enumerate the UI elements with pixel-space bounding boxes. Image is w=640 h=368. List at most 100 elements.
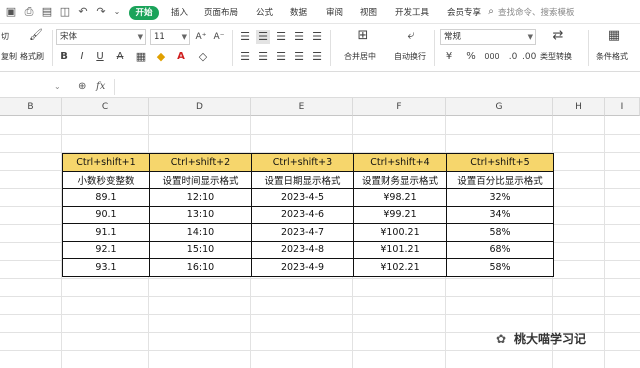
cut-button[interactable]: 切: [1, 31, 9, 42]
distribute-icon[interactable]: ☰: [310, 50, 324, 64]
column-header-G[interactable]: G: [446, 98, 553, 116]
zoom-icon[interactable]: ⊕: [78, 79, 86, 95]
export-icon[interactable]: ▤: [40, 5, 54, 19]
table-cell[interactable]: 2023-4-9: [251, 258, 354, 277]
search-input[interactable]: 查找命令、搜索模板: [498, 5, 598, 21]
table-cell[interactable]: 16:10: [149, 258, 252, 277]
align-center-icon[interactable]: ☰: [256, 50, 270, 64]
print-icon[interactable]: ⎙: [22, 5, 36, 19]
name-box[interactable]: [0, 79, 60, 95]
table-cell[interactable]: 90.1: [62, 205, 150, 224]
table-cell[interactable]: 91.1: [62, 223, 150, 242]
strikethrough-button[interactable]: A: [114, 50, 126, 64]
table-cell[interactable]: 89.1: [62, 188, 150, 207]
type-convert-button[interactable]: 类型转换: [540, 51, 572, 62]
align-right-icon[interactable]: ☰: [274, 50, 288, 64]
header-cell[interactable]: Ctrl+shift+2: [149, 153, 252, 172]
save-icon[interactable]: ▣: [4, 5, 18, 19]
header-cell[interactable]: Ctrl+shift+5: [446, 153, 554, 172]
font-color-icon[interactable]: A: [174, 50, 188, 64]
table-cell[interactable]: 92.1: [62, 240, 150, 259]
conditional-format-button[interactable]: 条件格式: [596, 51, 628, 62]
column-header-D[interactable]: D: [149, 98, 251, 116]
tab-formulas[interactable]: 公式: [256, 6, 273, 20]
tab-insert[interactable]: 插入: [171, 6, 188, 20]
table-cell[interactable]: 32%: [446, 188, 554, 207]
table-cell[interactable]: ¥99.21: [353, 205, 447, 224]
decrease-decimal-icon[interactable]: .00: [522, 50, 536, 64]
increase-decimal-icon[interactable]: .0: [506, 50, 520, 64]
table-cell[interactable]: ¥100.21: [353, 223, 447, 242]
description-cell[interactable]: 设置日期显示格式: [251, 170, 354, 189]
table-cell[interactable]: ¥98.21: [353, 188, 447, 207]
column-header-E[interactable]: E: [251, 98, 353, 116]
copy-button[interactable]: 复制: [1, 51, 17, 62]
tab-view[interactable]: 视图: [360, 6, 377, 20]
bold-button[interactable]: B: [58, 50, 70, 64]
tab-developer[interactable]: 开发工具: [395, 6, 429, 20]
decrease-font-icon[interactable]: A⁻: [212, 30, 226, 44]
description-cell[interactable]: 小数秒变整数: [62, 170, 150, 189]
tab-review[interactable]: 审阅: [326, 6, 343, 20]
align-middle-icon[interactable]: ☰: [256, 30, 270, 44]
table-cell[interactable]: 15:10: [149, 240, 252, 259]
fx-label[interactable]: fx: [96, 79, 105, 95]
header-cell[interactable]: Ctrl+shift+4: [353, 153, 447, 172]
description-cell[interactable]: 设置财务显示格式: [353, 170, 447, 189]
italic-button[interactable]: I: [76, 50, 88, 64]
header-cell[interactable]: Ctrl+shift+3: [251, 153, 354, 172]
table-cell[interactable]: ¥102.21: [353, 258, 447, 277]
table-cell[interactable]: 2023-4-8: [251, 240, 354, 259]
increase-font-icon[interactable]: A⁺: [194, 30, 208, 44]
column-header-C[interactable]: C: [62, 98, 149, 116]
currency-button[interactable]: ¥: [442, 50, 456, 64]
table-cell[interactable]: 34%: [446, 205, 554, 224]
align-bottom-icon[interactable]: ☰: [274, 30, 288, 44]
justify-icon[interactable]: ☰: [292, 50, 306, 64]
table-cell[interactable]: 13:10: [149, 205, 252, 224]
table-cell[interactable]: 2023-4-5: [251, 188, 354, 207]
format-painter-button[interactable]: 格式刷: [20, 51, 44, 62]
indent-icon[interactable]: ☰: [292, 30, 306, 44]
tab-data[interactable]: 数据: [290, 6, 307, 20]
align-top-icon[interactable]: ☰: [238, 30, 252, 44]
print-preview-icon[interactable]: ◫: [58, 5, 72, 19]
redo-icon[interactable]: ↷: [94, 5, 108, 19]
column-header-I[interactable]: I: [605, 98, 640, 116]
number-format-select[interactable]: 常规 ▼: [440, 29, 536, 45]
tab-member[interactable]: 会员专享: [447, 6, 481, 20]
header-cell[interactable]: Ctrl+shift+1: [62, 153, 150, 172]
wrap-text-button[interactable]: 自动换行: [394, 51, 426, 62]
table-cell[interactable]: ¥101.21: [353, 240, 447, 259]
comma-button[interactable]: 000: [482, 50, 502, 64]
table-cell[interactable]: 2023-4-7: [251, 223, 354, 242]
merge-center-button[interactable]: 合并居中: [344, 51, 376, 62]
font-size-select[interactable]: 11 ▼: [150, 29, 190, 45]
tab-start[interactable]: 开始: [129, 6, 159, 20]
undo-icon[interactable]: ↶: [76, 5, 90, 19]
formula-input[interactable]: [114, 79, 634, 95]
chevron-down-icon[interactable]: ⌄: [54, 79, 61, 95]
column-header-F[interactable]: F: [353, 98, 446, 116]
underline-button[interactable]: U: [94, 50, 106, 64]
align-left-icon[interactable]: ☰: [238, 50, 252, 64]
table-cell[interactable]: 14:10: [149, 223, 252, 242]
orientation-icon[interactable]: ☰: [310, 30, 324, 44]
table-cell[interactable]: 58%: [446, 258, 554, 277]
font-name-select[interactable]: 宋体 ▼: [56, 29, 146, 45]
table-cell[interactable]: 93.1: [62, 258, 150, 277]
table-cell[interactable]: 12:10: [149, 188, 252, 207]
percent-button[interactable]: %: [464, 50, 478, 64]
column-header-H[interactable]: H: [553, 98, 605, 116]
chevron-down-icon[interactable]: ⌄: [110, 5, 124, 19]
description-cell[interactable]: 设置时间显示格式: [149, 170, 252, 189]
table-cell[interactable]: 58%: [446, 223, 554, 242]
spreadsheet-grid[interactable]: B C D E F G H I Ctrl+shift+1 Ctrl+shift+…: [0, 98, 640, 368]
table-cell[interactable]: 2023-4-6: [251, 205, 354, 224]
table-cell[interactable]: 68%: [446, 240, 554, 259]
description-cell[interactable]: 设置百分比显示格式: [446, 170, 554, 189]
tab-page-layout[interactable]: 页面布局: [204, 6, 238, 20]
column-header-B[interactable]: B: [0, 98, 62, 116]
borders-icon[interactable]: ▦: [134, 50, 148, 64]
clear-format-icon[interactable]: ◇: [196, 50, 210, 64]
